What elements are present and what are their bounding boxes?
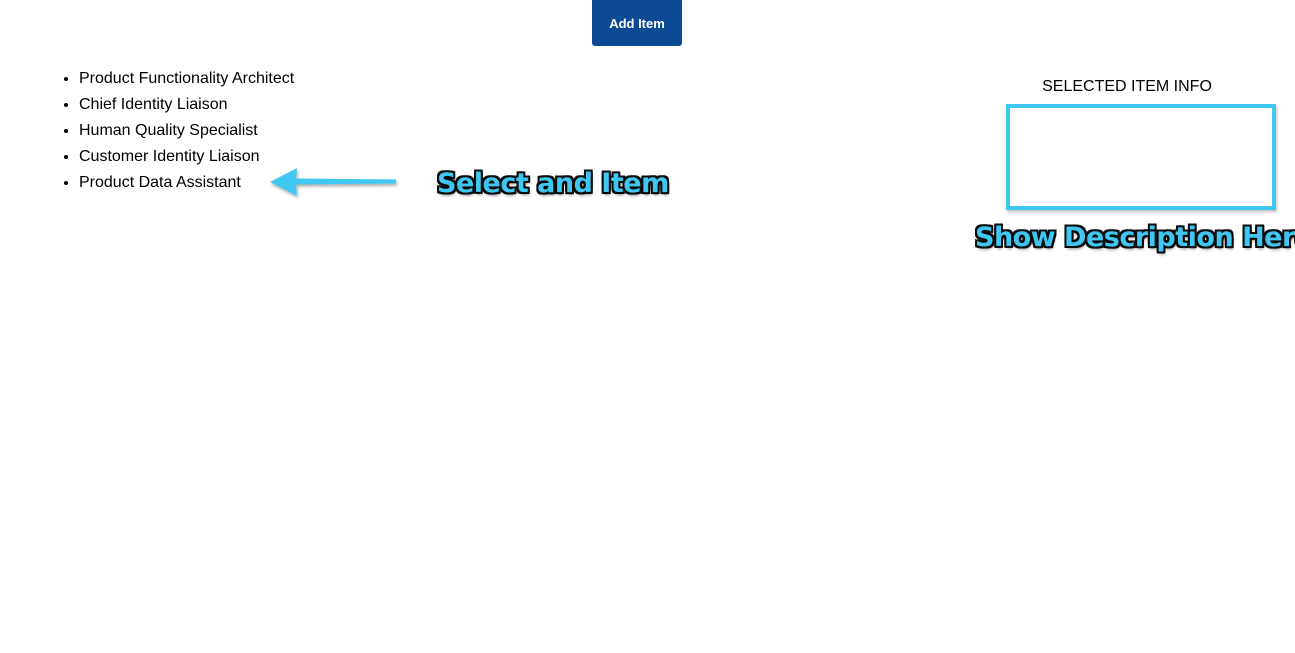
list-item[interactable]: Human Quality Specialist [79, 118, 294, 144]
show-description-annotation: Show Description Here [975, 222, 1295, 253]
list-item[interactable]: Product Functionality Architect [79, 66, 294, 92]
item-list: Product Functionality Architect Chief Id… [39, 66, 294, 196]
selected-item-description-box [1006, 104, 1276, 210]
selected-item-info-title: SELECTED ITEM INFO [1042, 78, 1212, 95]
arrow-left-icon [270, 168, 396, 196]
list-item[interactable]: Product Data Assistant [79, 170, 294, 196]
select-item-annotation: Select and Item [437, 168, 669, 199]
list-item[interactable]: Customer Identity Liaison [79, 144, 294, 170]
list-item[interactable]: Chief Identity Liaison [79, 92, 294, 118]
page: Add Item Product Functionality Architect… [0, 0, 1295, 653]
add-item-button[interactable]: Add Item [592, 0, 682, 46]
